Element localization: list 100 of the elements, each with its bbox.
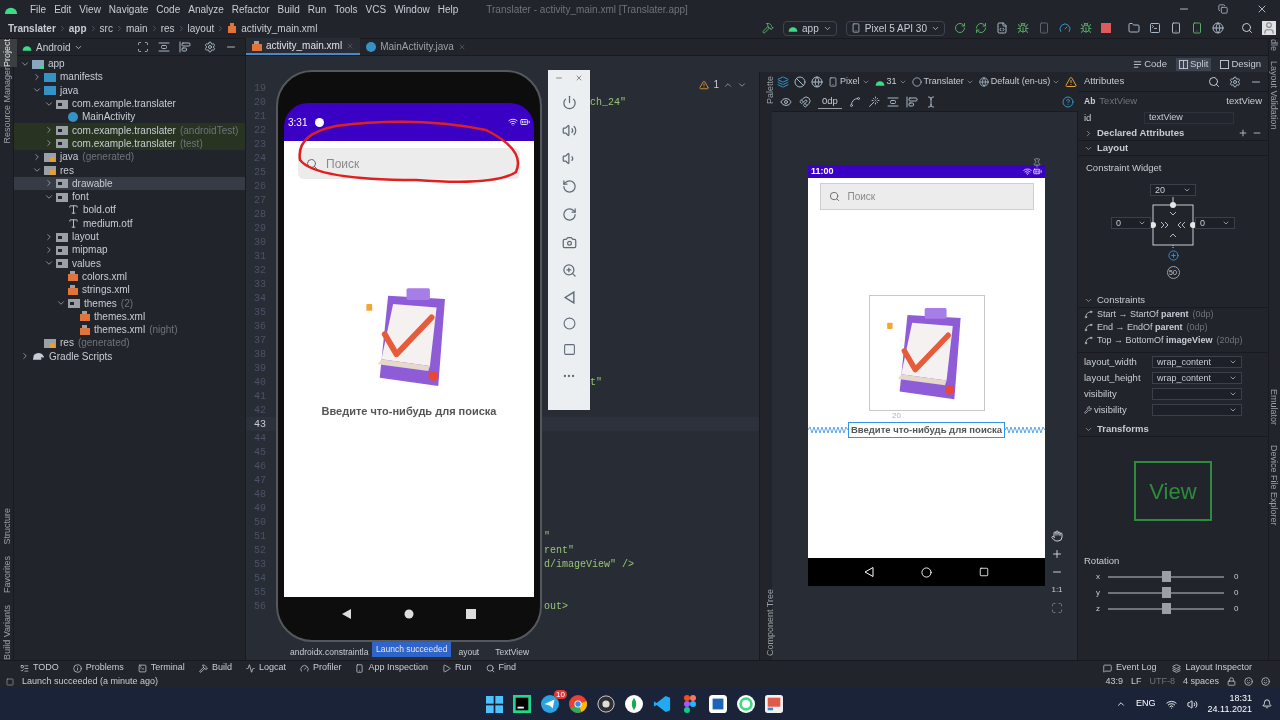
device-dropdown[interactable]: Pixel 5 API 30	[845, 20, 945, 36]
menu-item[interactable]: View	[75, 1, 105, 17]
tree-item[interactable]: strings.xml	[14, 283, 245, 297]
menu-item[interactable]: Navigate	[104, 1, 153, 17]
tool-window-button[interactable]: Problems	[72, 661, 124, 675]
ide-icon[interactable]	[513, 695, 531, 713]
windows-logo-icon[interactable]	[485, 695, 503, 713]
restore-icon[interactable]	[1218, 4, 1228, 14]
clock[interactable]: 18:31 24.11.2021	[1207, 693, 1252, 715]
right-margin-dropdown[interactable]: 0	[1195, 217, 1235, 230]
android-app-icon[interactable]	[737, 695, 755, 713]
add-constraint-icon[interactable]	[1167, 250, 1179, 262]
section-title[interactable]: Declared Attributes	[1097, 125, 1185, 141]
back-icon[interactable]	[342, 609, 352, 619]
tree-item[interactable]: font	[14, 189, 245, 204]
lock-icon[interactable]	[1227, 677, 1236, 686]
gauge-icon[interactable]	[1059, 22, 1071, 34]
tool-window-tab[interactable]: Resource Manager	[0, 67, 17, 144]
tree-item[interactable]: layout	[14, 229, 245, 244]
close-icon[interactable]	[1256, 3, 1268, 15]
tool-window-tab[interactable]: Device File Explorer	[1269, 445, 1280, 526]
tool-window-button[interactable]: Run	[442, 661, 472, 675]
attribute-field[interactable]: wrap_content	[1152, 356, 1242, 369]
menu-item[interactable]: File	[26, 1, 51, 17]
breadcrumb-item[interactable]: src	[99, 20, 113, 36]
path-item[interactable]: TextView	[495, 646, 530, 659]
path-item[interactable]: androidx.constraintla	[290, 646, 369, 659]
expand-all-icon[interactable]	[158, 41, 170, 53]
notification-icon[interactable]	[1262, 699, 1272, 709]
breadcrumb-item[interactable]: activity_main.xml	[241, 20, 318, 36]
section-title[interactable]: Transforms	[1097, 422, 1149, 437]
phone-icon[interactable]	[1170, 22, 1182, 34]
tree-item[interactable]: drawable	[14, 176, 245, 190]
tool-window-button[interactable]: Terminal	[137, 661, 185, 675]
tool-window-button[interactable]: Logcat	[245, 661, 286, 675]
menu-item[interactable]: Tools	[330, 1, 362, 17]
tool-window-tab[interactable]: Build Variants	[0, 605, 17, 660]
face-icon[interactable]	[1261, 677, 1270, 686]
breadcrumb-item[interactable]: app	[68, 20, 87, 36]
browser-icon[interactable]	[569, 695, 587, 713]
view-mode-button[interactable]: Code	[1130, 57, 1170, 71]
constraint-row[interactable]: Start → StartOf parent (0dp)	[1078, 308, 1268, 322]
add-icon[interactable]	[1238, 128, 1248, 138]
tray-expand-icon[interactable]	[1116, 699, 1127, 709]
tool-window-tab[interactable]: Favorites	[0, 556, 17, 594]
tool-window-tab[interactable]: Layout Validation	[1269, 61, 1280, 130]
toolbar-dropdown[interactable]: 31	[874, 75, 907, 89]
actual-size-button[interactable]: 1:1	[1051, 584, 1063, 596]
breadcrumb-item[interactable]: layout	[187, 20, 215, 36]
zoom-icon[interactable]	[561, 263, 577, 278]
wand-icon[interactable]	[867, 95, 880, 108]
constraint-row[interactable]: Top → BottomOf imageView (20dp)	[1078, 334, 1268, 348]
home-icon[interactable]	[404, 609, 414, 619]
design-app-icon[interactable]	[684, 695, 696, 713]
avatar-icon[interactable]	[1262, 21, 1276, 35]
tree-item[interactable]: bold.otf	[14, 203, 245, 217]
wifi-icon[interactable]	[1165, 698, 1177, 710]
section-title[interactable]: Constraints	[1097, 293, 1146, 308]
attribute-field[interactable]: wrap_content	[1152, 372, 1242, 385]
line-separator[interactable]: LF	[1130, 674, 1142, 689]
settings-icon[interactable]	[1229, 75, 1241, 88]
feedback-icon[interactable]	[1244, 677, 1253, 686]
settings-icon[interactable]	[204, 41, 216, 53]
tree-item[interactable]: themes.xml (night)	[14, 322, 245, 337]
app-window-icon[interactable]	[765, 695, 783, 713]
breadcrumb-item[interactable]: res	[160, 20, 175, 36]
menu-item[interactable]: Code	[152, 1, 185, 17]
debug-icon[interactable]	[1017, 22, 1029, 34]
leaf-icon[interactable]	[625, 695, 643, 713]
tree-item[interactable]: MainActivity	[14, 110, 245, 124]
apply-changes-icon[interactable]	[954, 22, 966, 34]
caret-position[interactable]: 43:9	[1105, 674, 1123, 689]
search-icon[interactable]	[1241, 22, 1253, 34]
language-indicator[interactable]: ENG	[1136, 697, 1156, 711]
tree-item[interactable]: manifests	[14, 70, 245, 84]
tree-item[interactable]: medium.otf	[14, 216, 245, 230]
breadcrumb-item[interactable]: Translater	[8, 20, 56, 36]
view-dropdown[interactable]: Android	[22, 39, 84, 55]
path-icon[interactable]	[848, 95, 861, 108]
tool-window-button[interactable]: TODO	[20, 661, 59, 675]
editor-tab[interactable]: MainActivity.java	[360, 38, 472, 55]
run-config-dropdown[interactable]: app	[783, 20, 837, 36]
zoom-in-icon[interactable]	[1051, 548, 1063, 560]
tool-window-button[interactable]: Profiler	[299, 661, 342, 675]
window-icon[interactable]	[1149, 22, 1161, 34]
tree-item[interactable]: com.example.translater	[14, 96, 245, 111]
panel-toggle-icon[interactable]	[6, 677, 14, 686]
volume-icon[interactable]	[1186, 698, 1198, 710]
tree-item[interactable]: Gradle Scripts	[14, 349, 245, 363]
image-view[interactable]	[868, 295, 985, 411]
menu-item[interactable]: Edit	[50, 1, 76, 17]
toolbar-dropdown[interactable]: Translater	[911, 75, 974, 89]
layers-icon[interactable]	[777, 76, 789, 88]
tree-item[interactable]: mipmap	[14, 243, 245, 257]
selected-text-view[interactable]: Введите что-нибудь для поиска	[847, 422, 1006, 439]
top-margin-dropdown[interactable]: 20	[1150, 184, 1196, 197]
menu-item[interactable]: Run	[303, 1, 331, 17]
breadcrumb-item[interactable]: main	[125, 20, 148, 36]
tree-item[interactable]: res	[14, 163, 245, 177]
tree-item[interactable]: java	[14, 83, 245, 97]
